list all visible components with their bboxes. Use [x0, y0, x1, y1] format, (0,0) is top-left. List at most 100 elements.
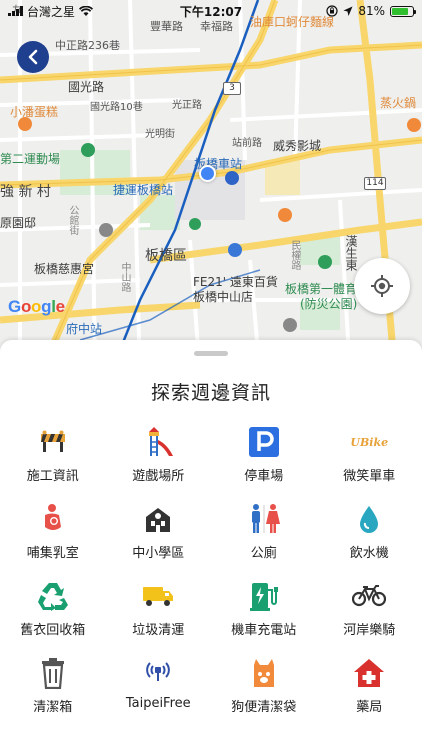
- category-label: TaipeiFree: [125, 696, 191, 711]
- category-label: 藥局: [356, 700, 383, 715]
- charging-station-icon: [244, 579, 284, 613]
- category-nursing-room[interactable]: 哺集乳室: [0, 502, 106, 579]
- map-label-poi: 蒸火鍋: [380, 96, 417, 110]
- location-arrow-icon: [343, 6, 353, 16]
- map-label-poi: 小潘蛋糕: [10, 105, 59, 119]
- category-scooter-charging[interactable]: 機車充電站: [211, 579, 317, 656]
- map-label: 民權路: [289, 240, 300, 270]
- parking-icon: [244, 425, 284, 459]
- map-label: 站前路: [232, 138, 262, 149]
- category-label: 清潔箱: [33, 700, 73, 715]
- pharmacy-icon: [349, 656, 389, 690]
- map-roads: [0, 0, 422, 375]
- trash-bin-icon: [33, 656, 73, 690]
- category-label: 哺集乳室: [26, 546, 79, 561]
- construction-barrier-icon: [33, 425, 73, 459]
- restroom-icon: [244, 502, 284, 536]
- recycle-icon: [33, 579, 73, 613]
- map-label-station: 捷運板橋站: [113, 183, 174, 197]
- google-logo-letter: e: [55, 297, 65, 316]
- category-ubike[interactable]: UBike 微笑單車: [317, 425, 422, 502]
- category-label: 遊戲場所: [132, 469, 185, 484]
- battery-icon: [390, 5, 416, 17]
- map-label-poi: 原園邸: [0, 216, 37, 230]
- category-school[interactable]: 中小學區: [106, 502, 212, 579]
- map-label: 公館街: [67, 205, 78, 235]
- map-label: 中山路: [119, 262, 130, 292]
- category-label: 舊衣回收箱: [20, 623, 86, 638]
- cellular-signal-icon: [8, 6, 23, 16]
- map-label-poi: 第二運動場: [0, 152, 61, 166]
- bicycle-icon: [349, 579, 389, 613]
- highway-badge: 3: [223, 82, 241, 95]
- google-logo-letter: o: [31, 297, 42, 316]
- nursing-room-icon: [33, 502, 73, 536]
- map-label: 漢生東: [344, 235, 358, 271]
- category-riverside-bike[interactable]: 河岸樂騎: [317, 579, 422, 656]
- map-label-poi: 威秀影城: [273, 139, 322, 153]
- water-drop-icon: [349, 502, 389, 536]
- category-label: 飲水機: [349, 546, 389, 561]
- category-parking[interactable]: 停車場: [211, 425, 317, 502]
- category-label: 機車充電站: [231, 623, 297, 638]
- battery-percentage: 81%: [358, 4, 385, 18]
- category-taipeifree[interactable]: TaipeiFree: [106, 656, 212, 733]
- category-trash-bin[interactable]: 清潔箱: [0, 656, 106, 733]
- google-logo: Google: [8, 297, 65, 317]
- category-label: 微笑單車: [343, 469, 396, 484]
- category-label: 垃圾清運: [132, 623, 185, 638]
- map-label-poi: (防災公園): [300, 297, 358, 311]
- carrier-name: 台灣之星: [27, 4, 76, 19]
- category-playground[interactable]: 遊戲場所: [106, 425, 212, 502]
- google-logo-letter: g: [41, 297, 52, 316]
- sheet-title: 探索週邊資訊: [150, 382, 271, 404]
- map-view[interactable]: 灰 豐華路 幸福路 中正路236巷 國光路 油庫口蚵仔麵線 小潘蛋糕 國光路10…: [0, 0, 422, 375]
- category-pharmacy[interactable]: 藥局: [317, 656, 422, 733]
- category-construction[interactable]: 施工資訊: [0, 425, 106, 502]
- category-clothing-recycle[interactable]: 舊衣回收箱: [0, 579, 106, 656]
- map-label: 光正路: [172, 100, 202, 111]
- map-label-station: 府中站: [66, 322, 103, 336]
- category-restroom[interactable]: 公廁: [211, 502, 317, 579]
- category-garbage-collection[interactable]: 垃圾清運: [106, 579, 212, 656]
- wifi-icon: [79, 5, 94, 16]
- battery-level-fill: [392, 7, 409, 15]
- school-icon: [138, 502, 178, 536]
- sheet-drag-handle[interactable]: [194, 351, 228, 356]
- category-label: 狗便清潔袋: [231, 700, 297, 715]
- category-grid: 施工資訊 遊戲場所 停車場 UBike 微笑單車 哺集乳室 中小學區 公廁 飲水…: [0, 425, 422, 733]
- status-time: 下午12:07: [179, 4, 243, 19]
- map-label-area: 強 新 村: [0, 184, 51, 200]
- map-label: 國光路10巷: [90, 102, 143, 113]
- map-label: 國光路: [68, 80, 105, 94]
- garbage-truck-icon: [138, 579, 178, 613]
- category-dog-waste-bag[interactable]: 狗便清潔袋: [211, 656, 317, 733]
- my-location-button[interactable]: [354, 258, 410, 314]
- category-label: 停車場: [244, 469, 284, 484]
- category-label: 公廁: [250, 546, 277, 561]
- status-bar: 台灣之星 下午12:07 81%: [0, 0, 422, 22]
- category-label: 河岸樂騎: [343, 623, 396, 638]
- google-logo-letter: o: [20, 297, 32, 316]
- map-label-poi: 板橋中山店: [193, 290, 254, 304]
- category-water-fountain[interactable]: 飲水機: [317, 502, 422, 579]
- current-location-dot: [199, 165, 216, 182]
- category-label: 施工資訊: [26, 469, 79, 484]
- chevron-left-icon: [28, 49, 38, 65]
- category-label: 中小學區: [132, 546, 185, 561]
- back-button[interactable]: [17, 41, 49, 73]
- dog-waste-bag-icon: [244, 656, 284, 690]
- ubike-logo-text: UBike: [350, 435, 389, 449]
- highway-badge: 114: [364, 177, 386, 190]
- map-label-district: 板橋區: [145, 248, 187, 264]
- screen-lock-icon: [326, 5, 338, 17]
- map-label-poi: 板橋慈惠宮: [34, 262, 95, 276]
- google-logo-letter: G: [8, 297, 21, 316]
- crosshair-icon: [371, 275, 393, 297]
- explore-sheet: 探索週邊資訊 施工資訊 遊戲場所 停車場 UBike 微笑單車 哺集乳室 中小學…: [0, 340, 422, 750]
- map-label: 光明街: [145, 129, 175, 140]
- wifi-antenna-icon: [138, 656, 178, 690]
- playground-slide-icon: [138, 425, 178, 459]
- map-label: 中正路236巷: [55, 39, 120, 52]
- ubike-icon: UBike: [349, 425, 389, 459]
